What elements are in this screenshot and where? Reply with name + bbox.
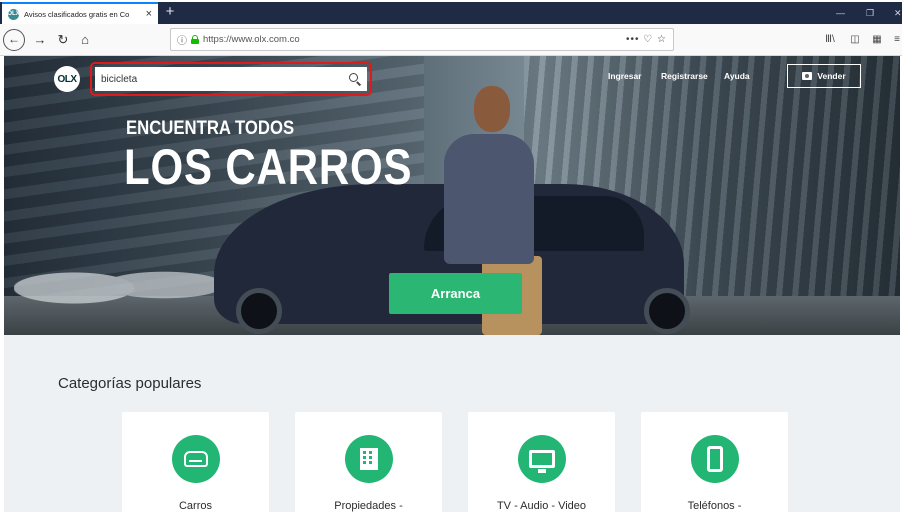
search-input[interactable]: [101, 73, 349, 85]
register-link[interactable]: Registrarse: [661, 71, 708, 81]
phone-icon: [690, 435, 739, 483]
menu-icon[interactable]: ≡: [893, 32, 901, 48]
category-label: TV - Audio - Video: [496, 500, 587, 512]
new-tab-icon[interactable]: +: [161, 3, 179, 23]
building-icon: [344, 435, 393, 483]
tab-strip: OLX Avisos clasificados gratis en Co × +…: [0, 2, 902, 24]
help-link[interactable]: Ayuda: [724, 71, 750, 81]
categories-heading: Categorías populares: [58, 375, 202, 392]
browser-tab-active[interactable]: OLX Avisos clasificados gratis en Co ×: [2, 2, 158, 24]
close-tab-icon[interactable]: ×: [146, 8, 152, 20]
sidebar-icon[interactable]: ◫: [848, 32, 862, 48]
car-icon: [171, 435, 220, 483]
category-label: Carros: [178, 500, 212, 512]
olx-favicon-icon: OLX: [7, 8, 20, 20]
category-card-propiedades[interactable]: Propiedades -: [295, 412, 442, 522]
login-link[interactable]: Ingresar: [608, 71, 642, 81]
hero-person-head: [474, 86, 510, 132]
hero-person-image: [444, 134, 534, 264]
restore-window-icon[interactable]: ❐: [866, 5, 874, 21]
address-bar[interactable]: ⓘ https://www.olx.com.co ••• ♡ ☆: [170, 28, 674, 51]
tab-title: Avisos clasificados gratis en Co: [24, 9, 130, 19]
tv-icon: [517, 435, 566, 483]
hero-headline-small: ENCUENTRA TODOS: [126, 118, 295, 139]
home-icon[interactable]: ⌂: [76, 29, 94, 51]
reload-icon[interactable]: ↻: [54, 29, 72, 51]
hero-banner: OLX Ingresar Registrarse Ayuda Vender EN…: [4, 56, 900, 335]
arranca-button[interactable]: Arranca: [389, 273, 522, 314]
close-window-icon[interactable]: ✕: [894, 5, 902, 21]
sell-button-label: Vender: [817, 71, 846, 81]
hero-car-wheel: [644, 288, 690, 334]
forward-arrow-icon[interactable]: →: [31, 29, 49, 51]
search-highlight-box: [90, 62, 372, 96]
lock-icon: [191, 35, 199, 44]
hero-headline-large: LOS CARROS: [124, 139, 413, 195]
screenshot-icon[interactable]: ▦: [870, 32, 884, 48]
camera-icon: [802, 72, 813, 80]
url-text[interactable]: https://www.olx.com.co: [203, 34, 618, 45]
category-card-tv-audio-video[interactable]: TV - Audio - Video: [468, 412, 615, 522]
category-label: Teléfonos -: [687, 500, 742, 512]
search-icon[interactable]: [349, 73, 361, 85]
category-card-carros[interactable]: Carros: [122, 412, 269, 522]
back-arrow-icon[interactable]: ←: [3, 29, 25, 51]
site-info-icon[interactable]: ⓘ: [177, 32, 187, 47]
browser-chrome: OLX Avisos clasificados gratis en Co × +…: [0, 0, 902, 56]
category-label: Propiedades -: [334, 500, 403, 512]
hero-car-wheel: [236, 288, 282, 334]
hero-parked-cars: [14, 252, 214, 312]
sell-button[interactable]: Vender: [787, 64, 861, 88]
search-bar[interactable]: [95, 67, 367, 91]
navigation-toolbar: ← → ↻ ⌂ ⓘ https://www.olx.com.co ••• ♡ ☆…: [0, 24, 902, 56]
page-actions-icons[interactable]: ••• ♡ ☆: [626, 34, 667, 45]
minimize-window-icon[interactable]: —: [836, 5, 845, 21]
olx-logo[interactable]: OLX: [54, 66, 80, 92]
library-icon[interactable]: Ⅲ\: [822, 32, 838, 48]
categories-section: Categorías populares Carros Propiedades …: [4, 335, 900, 522]
category-card-telefonos[interactable]: Teléfonos -: [641, 412, 788, 522]
